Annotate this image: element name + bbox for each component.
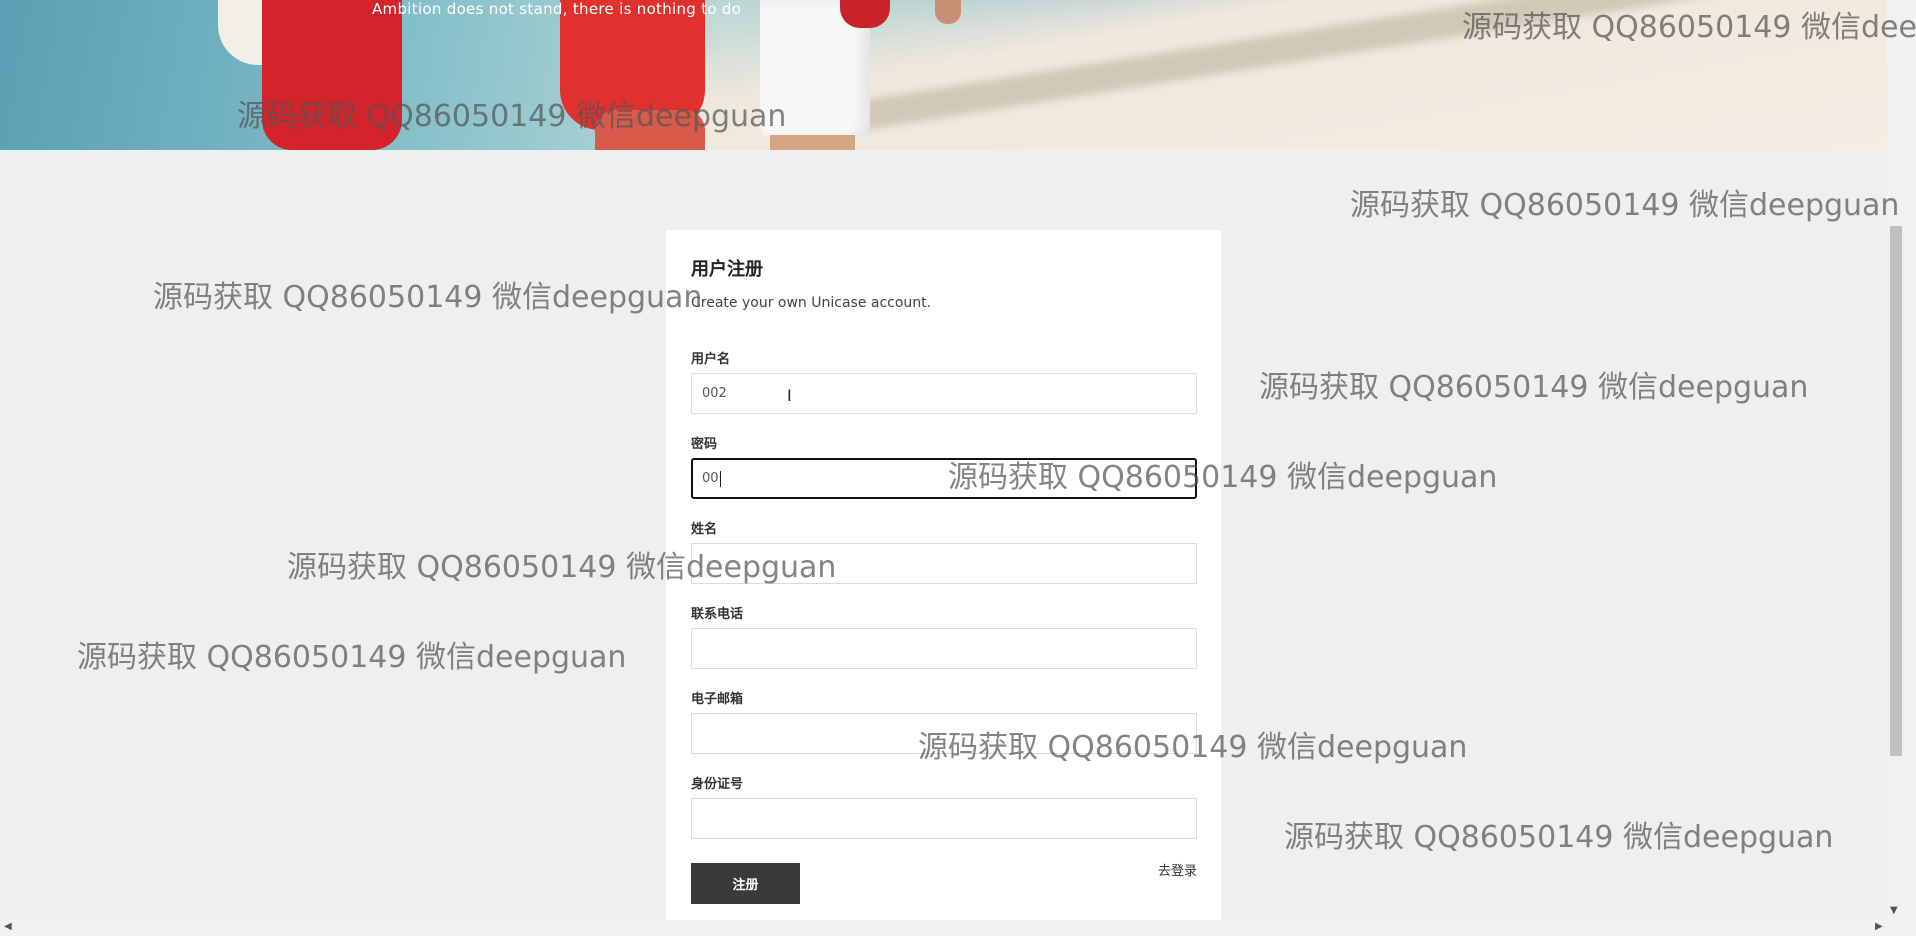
name-field-group: 姓名: [691, 518, 1197, 584]
username-value: 002: [702, 386, 727, 401]
register-card: 用户注册 Create your own Unicase account. 用户…: [666, 230, 1221, 920]
password-value: 00: [702, 471, 719, 486]
password-input[interactable]: 00: [691, 458, 1197, 499]
idcard-input[interactable]: [691, 798, 1197, 839]
watermark-text: 源码获取 QQ86050149 微信deepguan: [1259, 370, 1809, 405]
vertical-scroll-thumb[interactable]: [1890, 226, 1902, 756]
phone-field-group: 联系电话: [691, 603, 1197, 669]
form-title: 用户注册: [691, 259, 763, 280]
idcard-field-group: 身份证号: [691, 773, 1197, 839]
scroll-down-arrow-icon[interactable]: ▼: [1890, 905, 1898, 916]
username-field-group: 用户名 002 I: [691, 348, 1197, 414]
name-input[interactable]: [691, 543, 1197, 584]
username-input[interactable]: 002 I: [691, 373, 1197, 414]
phone-input[interactable]: [691, 628, 1197, 669]
watermark-text: 源码获取 QQ86050149 微信deepguan: [1284, 820, 1834, 855]
phone-label: 联系电话: [691, 607, 744, 622]
email-label: 电子邮箱: [691, 692, 744, 707]
watermark-text: 源码获取 QQ86050149 微信deepguan: [77, 640, 627, 675]
scroll-left-arrow-icon[interactable]: ◀: [4, 921, 12, 932]
hero-tagline: Ambition does not stand, there is nothin…: [372, 0, 742, 18]
password-field-group: 密码 00: [691, 433, 1197, 499]
watermark-text: 源码获取 QQ86050149 微信deepguan: [1350, 188, 1900, 223]
page: Ambition does not stand, there is nothin…: [0, 0, 1916, 936]
scroll-right-arrow-icon[interactable]: ▶: [1875, 921, 1883, 932]
username-label: 用户名: [691, 352, 731, 367]
email-field-group: 电子邮箱: [691, 688, 1197, 754]
text-cursor-icon: I: [787, 386, 792, 405]
password-label: 密码: [691, 437, 718, 452]
horizontal-scrollbar[interactable]: [0, 920, 1887, 936]
email-input[interactable]: [691, 713, 1197, 754]
hero-banner: Ambition does not stand, there is nothin…: [0, 0, 1887, 150]
register-button[interactable]: 注册: [691, 863, 800, 904]
login-link[interactable]: 去登录: [1158, 860, 1197, 879]
name-label: 姓名: [691, 522, 718, 537]
idcard-label: 身份证号: [691, 777, 744, 792]
watermark-text: 源码获取 QQ86050149 微信deepguan: [153, 280, 703, 315]
text-caret: [719, 470, 721, 487]
form-subtitle: Create your own Unicase account.: [691, 295, 932, 311]
